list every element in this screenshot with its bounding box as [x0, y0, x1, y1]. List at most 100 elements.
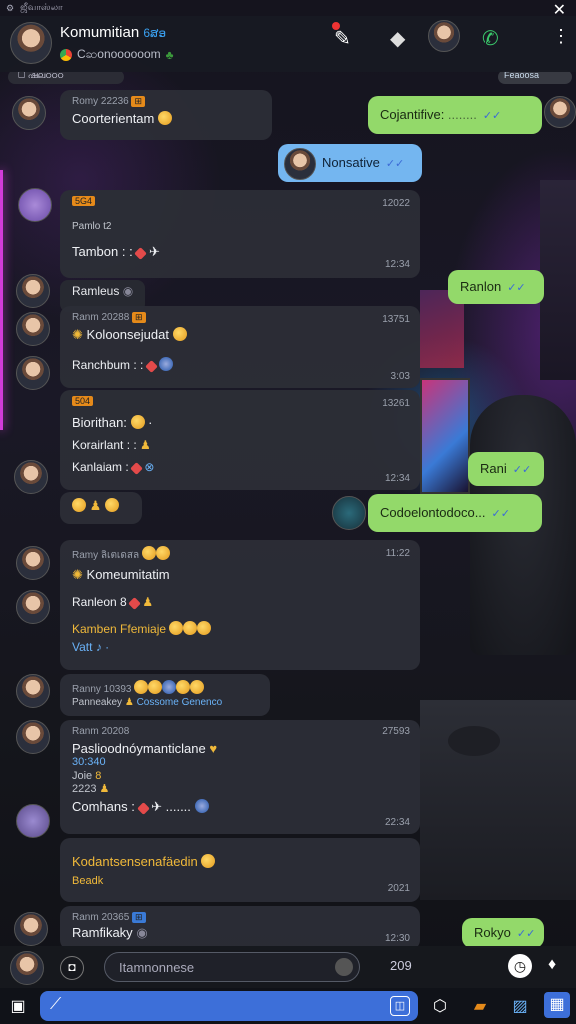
badge-icon: ⊞ [132, 912, 146, 923]
title-tag: 6ສອ [143, 26, 167, 40]
search-bar[interactable]: ⟋ ◫ [40, 991, 418, 1021]
outgoing-message[interactable]: Codoelontodoco... ✓✓ [368, 494, 542, 532]
message-bubble[interactable]: Romy 22236 ⊞ Coorterientam [60, 90, 272, 140]
emoji-icon [104, 498, 119, 512]
image-thumbnail [284, 148, 316, 180]
avatar[interactable] [16, 674, 50, 708]
message-bubble[interactable]: 5G4 12022 Pamlo t2 Tambon : : ✈ 12:34 [60, 190, 420, 278]
message-bubble[interactable]: Ranm 20208 27593 Paslioodnóymanticlane ♥… [60, 720, 420, 834]
chat-header: Komumitian 6ສອ Cဆonoooooom ♣ ✎ ◆ ✆ ⋮ [0, 16, 576, 72]
emoji-icon [201, 854, 216, 868]
emoji-icon [141, 546, 156, 560]
outgoing-message[interactable]: Cojantifive: ........ ✓✓ [368, 96, 542, 134]
apps-icon[interactable]: ▦ [544, 992, 570, 1018]
more-options-icon[interactable]: ⋮ [552, 26, 570, 47]
contact-avatar[interactable] [428, 20, 460, 52]
emoji-icon [197, 621, 212, 635]
camera-icon[interactable]: ◘ [60, 956, 84, 980]
emoji-icon [130, 415, 145, 429]
avatar[interactable] [18, 188, 52, 222]
shield-icon[interactable]: ⬡ [430, 996, 450, 1016]
badge-icon: ⊞ [131, 96, 146, 107]
message-bubble[interactable]: Kodantsensenafäedin Beadk 2021 [60, 838, 420, 902]
reaction-icon[interactable]: ✎ [332, 22, 351, 51]
message-bubble[interactable]: 504 13261 Biorithan: · Korairlant : : ♟ … [60, 390, 420, 490]
timer-icon[interactable]: ◷ [508, 954, 532, 978]
reaction-bubble[interactable]: ♟ [60, 492, 142, 524]
home-icon[interactable]: ▣ [8, 996, 28, 1016]
sun-icon: ✺ [72, 327, 83, 342]
sun-icon: ✺ [72, 567, 83, 582]
clock-icon: ◉ [136, 925, 148, 940]
photos-icon[interactable]: ▨ [508, 996, 532, 1016]
character-counter: 209 [390, 958, 412, 973]
chrome-icon [60, 49, 72, 61]
avatar[interactable] [16, 312, 50, 346]
read-check-icon: ✓✓ [507, 282, 526, 294]
message-bubble[interactable]: Ranm 20288 ⊞ 13751 ✺ Koloonsejudat Ranch… [60, 306, 420, 388]
emoji-icon [169, 621, 184, 635]
avatar[interactable] [16, 804, 50, 838]
avatar[interactable] [16, 720, 50, 754]
message-bubble[interactable]: Ranm 20365 ⊞ Ramfikaky ◉ 12:30 [60, 906, 420, 950]
message-input[interactable]: Itamnonnese [104, 952, 360, 982]
message-bubble[interactable]: Ramy ลิเตเดสล 11:22 ✺ Komeumitatim Ranle… [60, 540, 420, 670]
bottom-navigation: ▣ ⟋ ◫ ⬡ ▰ ▨ ▦ [0, 988, 576, 1024]
star-icon [130, 462, 143, 475]
read-check-icon: ✓✓ [512, 464, 532, 476]
avatar[interactable] [16, 590, 50, 624]
outgoing-message[interactable]: Rani ✓✓ [468, 452, 544, 486]
folder-icon[interactable]: ▰ [468, 996, 492, 1016]
avatar[interactable] [544, 96, 576, 128]
outgoing-message[interactable]: Rokyo ✓✓ [462, 918, 544, 948]
avatar[interactable] [16, 546, 50, 580]
message-composer: ◘ Itamnonnese 209 ◷ ♦ [0, 946, 576, 988]
emoji-icon [155, 546, 170, 560]
chat-title[interactable]: Komumitian 6ສອ [60, 24, 166, 41]
avatar[interactable] [10, 22, 52, 64]
app-icon: ⚙ [6, 2, 15, 13]
chat-subtitle: Cဆonoooooom ♣ [60, 46, 174, 64]
link-icon: ⊗ [144, 460, 155, 474]
emoji-icon [176, 680, 191, 694]
sticker-icon[interactable] [335, 958, 353, 976]
avatar[interactable] [16, 356, 50, 390]
emoji-icon [162, 680, 177, 694]
emoji-icon [172, 327, 187, 341]
avatar[interactable] [10, 951, 44, 985]
avatar[interactable] [332, 496, 366, 530]
status-bar: ⚙ ஜீவாஸ்லா ✕ [0, 0, 576, 19]
music-icon: ♪ [95, 640, 102, 654]
read-check-icon: ✓✓ [491, 508, 510, 520]
read-check-icon: ✓✓ [482, 110, 502, 122]
avatar[interactable] [14, 460, 48, 494]
tag-icon[interactable]: ◆ [390, 26, 405, 51]
phone-icon[interactable]: ✆ [482, 26, 499, 51]
read-check-icon: ✓✓ [385, 158, 405, 170]
date-chip: ▢ ഷലഠഠഠ [8, 70, 124, 84]
date-chip-right: Feaoosa [498, 70, 572, 84]
globe-icon [194, 799, 209, 813]
message-link[interactable]: Cossome Genenco [137, 697, 223, 708]
message-bubble[interactable]: Ranny 10393 Panneakey ♟ Cossome Genenco [60, 674, 270, 716]
emoji-icon [183, 621, 198, 635]
close-icon[interactable]: ✕ [553, 0, 566, 20]
emoji-icon [158, 111, 172, 125]
outgoing-message[interactable]: Ranlon ✓✓ [448, 270, 544, 304]
emoji-icon [190, 680, 205, 694]
emoji-icon [72, 498, 86, 512]
mic-icon[interactable]: ♦ [548, 956, 556, 974]
read-check-icon: ✓✓ [516, 928, 536, 940]
badge-icon: ⊞ [132, 312, 146, 323]
star-icon [134, 247, 148, 260]
emoji-icon [134, 680, 149, 694]
avatar[interactable] [12, 96, 46, 130]
star-icon [144, 360, 158, 373]
pen-icon: ⟋ [50, 996, 62, 1013]
clock-icon: ◉ [122, 284, 134, 298]
avatar[interactable] [14, 912, 48, 946]
avatar[interactable] [16, 274, 50, 308]
outgoing-message[interactable]: Nonsative ✓✓ [278, 144, 422, 182]
grid-icon[interactable]: ◫ [390, 996, 410, 1016]
star-icon [136, 802, 150, 815]
